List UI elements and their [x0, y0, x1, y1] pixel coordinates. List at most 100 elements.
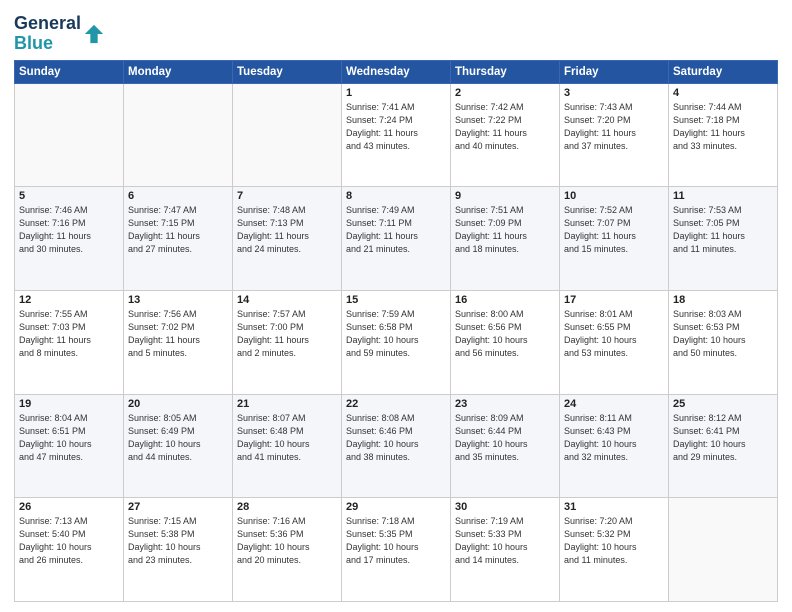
- day-number: 31: [564, 501, 664, 513]
- day-number: 4: [673, 87, 773, 99]
- day-number: 2: [455, 87, 555, 99]
- day-info: Sunrise: 7:49 AM Sunset: 7:11 PM Dayligh…: [346, 204, 446, 256]
- calendar-cell: 17 Sunrise: 8:01 AM Sunset: 6:55 PM Dayli…: [560, 290, 669, 394]
- calendar-week-row: 12 Sunrise: 7:55 AM Sunset: 7:03 PM Dayli…: [15, 290, 778, 394]
- calendar-cell: 1 Sunrise: 7:41 AM Sunset: 7:24 PM Daylig…: [342, 83, 451, 187]
- page: GeneralBlue SundayMondayTuesdayWednesday…: [0, 0, 792, 612]
- day-info: Sunrise: 7:48 AM Sunset: 7:13 PM Dayligh…: [237, 204, 337, 256]
- day-info: Sunrise: 8:01 AM Sunset: 6:55 PM Dayligh…: [564, 308, 664, 360]
- calendar-cell: 31Sunrise: 7:20 AM Sunset: 5:32 PM Dayli…: [560, 498, 669, 602]
- day-number: 8: [346, 190, 446, 202]
- day-info: Sunrise: 7:44 AM Sunset: 7:18 PM Dayligh…: [673, 101, 773, 153]
- day-number: 30: [455, 501, 555, 513]
- day-info: Sunrise: 8:12 AM Sunset: 6:41 PM Dayligh…: [673, 412, 773, 464]
- calendar-cell: 21 Sunrise: 8:07 AM Sunset: 6:48 PM Dayli…: [233, 394, 342, 498]
- calendar-cell: 15 Sunrise: 7:59 AM Sunset: 6:58 PM Dayli…: [342, 290, 451, 394]
- day-info: Sunrise: 7:53 AM Sunset: 7:05 PM Dayligh…: [673, 204, 773, 256]
- calendar-cell: 12 Sunrise: 7:55 AM Sunset: 7:03 PM Dayli…: [15, 290, 124, 394]
- day-info: Sunrise: 8:00 AM Sunset: 6:56 PM Dayligh…: [455, 308, 555, 360]
- calendar-cell: 26Sunrise: 7:13 AM Sunset: 5:40 PM Dayli…: [15, 498, 124, 602]
- day-number: 6: [128, 190, 228, 202]
- day-info: Sunrise: 7:51 AM Sunset: 7:09 PM Dayligh…: [455, 204, 555, 256]
- day-number: 9: [455, 190, 555, 202]
- calendar-cell: 18 Sunrise: 8:03 AM Sunset: 6:53 PM Dayli…: [669, 290, 778, 394]
- calendar-cell: 13 Sunrise: 7:56 AM Sunset: 7:02 PM Dayli…: [124, 290, 233, 394]
- day-number: 18: [673, 294, 773, 306]
- calendar-cell: 27Sunrise: 7:15 AM Sunset: 5:38 PM Dayli…: [124, 498, 233, 602]
- day-info: Sunrise: 7:59 AM Sunset: 6:58 PM Dayligh…: [346, 308, 446, 360]
- day-number: 26: [19, 501, 119, 513]
- calendar-cell: 10 Sunrise: 7:52 AM Sunset: 7:07 PM Dayli…: [560, 187, 669, 291]
- calendar-cell: 9 Sunrise: 7:51 AM Sunset: 7:09 PM Daylig…: [451, 187, 560, 291]
- weekday-header-cell: Saturday: [669, 60, 778, 83]
- day-number: 13: [128, 294, 228, 306]
- day-info: Sunrise: 7:19 AM Sunset: 5:33 PM Dayligh…: [455, 515, 555, 567]
- calendar-cell: 29Sunrise: 7:18 AM Sunset: 5:35 PM Dayli…: [342, 498, 451, 602]
- calendar-cell: 22 Sunrise: 8:08 AM Sunset: 6:46 PM Dayli…: [342, 394, 451, 498]
- weekday-header-cell: Monday: [124, 60, 233, 83]
- day-number: 17: [564, 294, 664, 306]
- day-number: 22: [346, 398, 446, 410]
- calendar-body: 1 Sunrise: 7:41 AM Sunset: 7:24 PM Daylig…: [15, 83, 778, 601]
- weekday-header-cell: Wednesday: [342, 60, 451, 83]
- day-number: 25: [673, 398, 773, 410]
- calendar-table: SundayMondayTuesdayWednesdayThursdayFrid…: [14, 60, 778, 602]
- logo: GeneralBlue: [14, 14, 105, 54]
- day-number: 24: [564, 398, 664, 410]
- calendar-cell: 16Sunrise: 8:00 AM Sunset: 6:56 PM Dayli…: [451, 290, 560, 394]
- day-info: Sunrise: 8:11 AM Sunset: 6:43 PM Dayligh…: [564, 412, 664, 464]
- day-info: Sunrise: 7:16 AM Sunset: 5:36 PM Dayligh…: [237, 515, 337, 567]
- day-info: Sunrise: 8:03 AM Sunset: 6:53 PM Dayligh…: [673, 308, 773, 360]
- day-info: Sunrise: 8:07 AM Sunset: 6:48 PM Dayligh…: [237, 412, 337, 464]
- day-info: Sunrise: 7:42 AM Sunset: 7:22 PM Dayligh…: [455, 101, 555, 153]
- calendar-cell: [15, 83, 124, 187]
- day-info: Sunrise: 7:52 AM Sunset: 7:07 PM Dayligh…: [564, 204, 664, 256]
- day-number: 10: [564, 190, 664, 202]
- day-number: 28: [237, 501, 337, 513]
- day-number: 15: [346, 294, 446, 306]
- day-number: 19: [19, 398, 119, 410]
- day-info: Sunrise: 7:43 AM Sunset: 7:20 PM Dayligh…: [564, 101, 664, 153]
- day-info: Sunrise: 8:04 AM Sunset: 6:51 PM Dayligh…: [19, 412, 119, 464]
- calendar-cell: 4 Sunrise: 7:44 AM Sunset: 7:18 PM Daylig…: [669, 83, 778, 187]
- calendar-cell: 23 Sunrise: 8:09 AM Sunset: 6:44 PM Dayli…: [451, 394, 560, 498]
- day-info: Sunrise: 7:57 AM Sunset: 7:00 PM Dayligh…: [237, 308, 337, 360]
- day-number: 23: [455, 398, 555, 410]
- calendar-cell: 25 Sunrise: 8:12 AM Sunset: 6:41 PM Dayli…: [669, 394, 778, 498]
- day-number: 21: [237, 398, 337, 410]
- calendar-cell: 20Sunrise: 8:05 AM Sunset: 6:49 PM Dayli…: [124, 394, 233, 498]
- weekday-header-row: SundayMondayTuesdayWednesdayThursdayFrid…: [15, 60, 778, 83]
- calendar-week-row: 1 Sunrise: 7:41 AM Sunset: 7:24 PM Daylig…: [15, 83, 778, 187]
- weekday-header-cell: Sunday: [15, 60, 124, 83]
- day-info: Sunrise: 8:05 AM Sunset: 6:49 PM Dayligh…: [128, 412, 228, 464]
- day-number: 1: [346, 87, 446, 99]
- day-number: 12: [19, 294, 119, 306]
- day-number: 7: [237, 190, 337, 202]
- calendar-cell: 8 Sunrise: 7:49 AM Sunset: 7:11 PM Daylig…: [342, 187, 451, 291]
- calendar-cell: 19 Sunrise: 8:04 AM Sunset: 6:51 PM Dayli…: [15, 394, 124, 498]
- day-number: 14: [237, 294, 337, 306]
- day-number: 5: [19, 190, 119, 202]
- day-info: Sunrise: 7:41 AM Sunset: 7:24 PM Dayligh…: [346, 101, 446, 153]
- calendar-cell: 2 Sunrise: 7:42 AM Sunset: 7:22 PM Daylig…: [451, 83, 560, 187]
- calendar-week-row: 26Sunrise: 7:13 AM Sunset: 5:40 PM Dayli…: [15, 498, 778, 602]
- day-info: Sunrise: 8:08 AM Sunset: 6:46 PM Dayligh…: [346, 412, 446, 464]
- day-info: Sunrise: 7:15 AM Sunset: 5:38 PM Dayligh…: [128, 515, 228, 567]
- day-info: Sunrise: 7:18 AM Sunset: 5:35 PM Dayligh…: [346, 515, 446, 567]
- day-number: 3: [564, 87, 664, 99]
- day-info: Sunrise: 8:09 AM Sunset: 6:44 PM Dayligh…: [455, 412, 555, 464]
- weekday-header-cell: Tuesday: [233, 60, 342, 83]
- logo-icon: [83, 23, 105, 45]
- calendar-cell: 7 Sunrise: 7:48 AM Sunset: 7:13 PM Daylig…: [233, 187, 342, 291]
- calendar-week-row: 19 Sunrise: 8:04 AM Sunset: 6:51 PM Dayli…: [15, 394, 778, 498]
- logo-text: GeneralBlue: [14, 14, 81, 54]
- day-info: Sunrise: 7:56 AM Sunset: 7:02 PM Dayligh…: [128, 308, 228, 360]
- day-info: Sunrise: 7:55 AM Sunset: 7:03 PM Dayligh…: [19, 308, 119, 360]
- calendar-cell: [233, 83, 342, 187]
- weekday-header-cell: Thursday: [451, 60, 560, 83]
- calendar-cell: 28 Sunrise: 7:16 AM Sunset: 5:36 PM Dayli…: [233, 498, 342, 602]
- calendar-cell: 5Sunrise: 7:46 AM Sunset: 7:16 PM Daylig…: [15, 187, 124, 291]
- calendar-cell: 14 Sunrise: 7:57 AM Sunset: 7:00 PM Dayli…: [233, 290, 342, 394]
- calendar-week-row: 5Sunrise: 7:46 AM Sunset: 7:16 PM Daylig…: [15, 187, 778, 291]
- calendar-cell: 6Sunrise: 7:47 AM Sunset: 7:15 PM Daylig…: [124, 187, 233, 291]
